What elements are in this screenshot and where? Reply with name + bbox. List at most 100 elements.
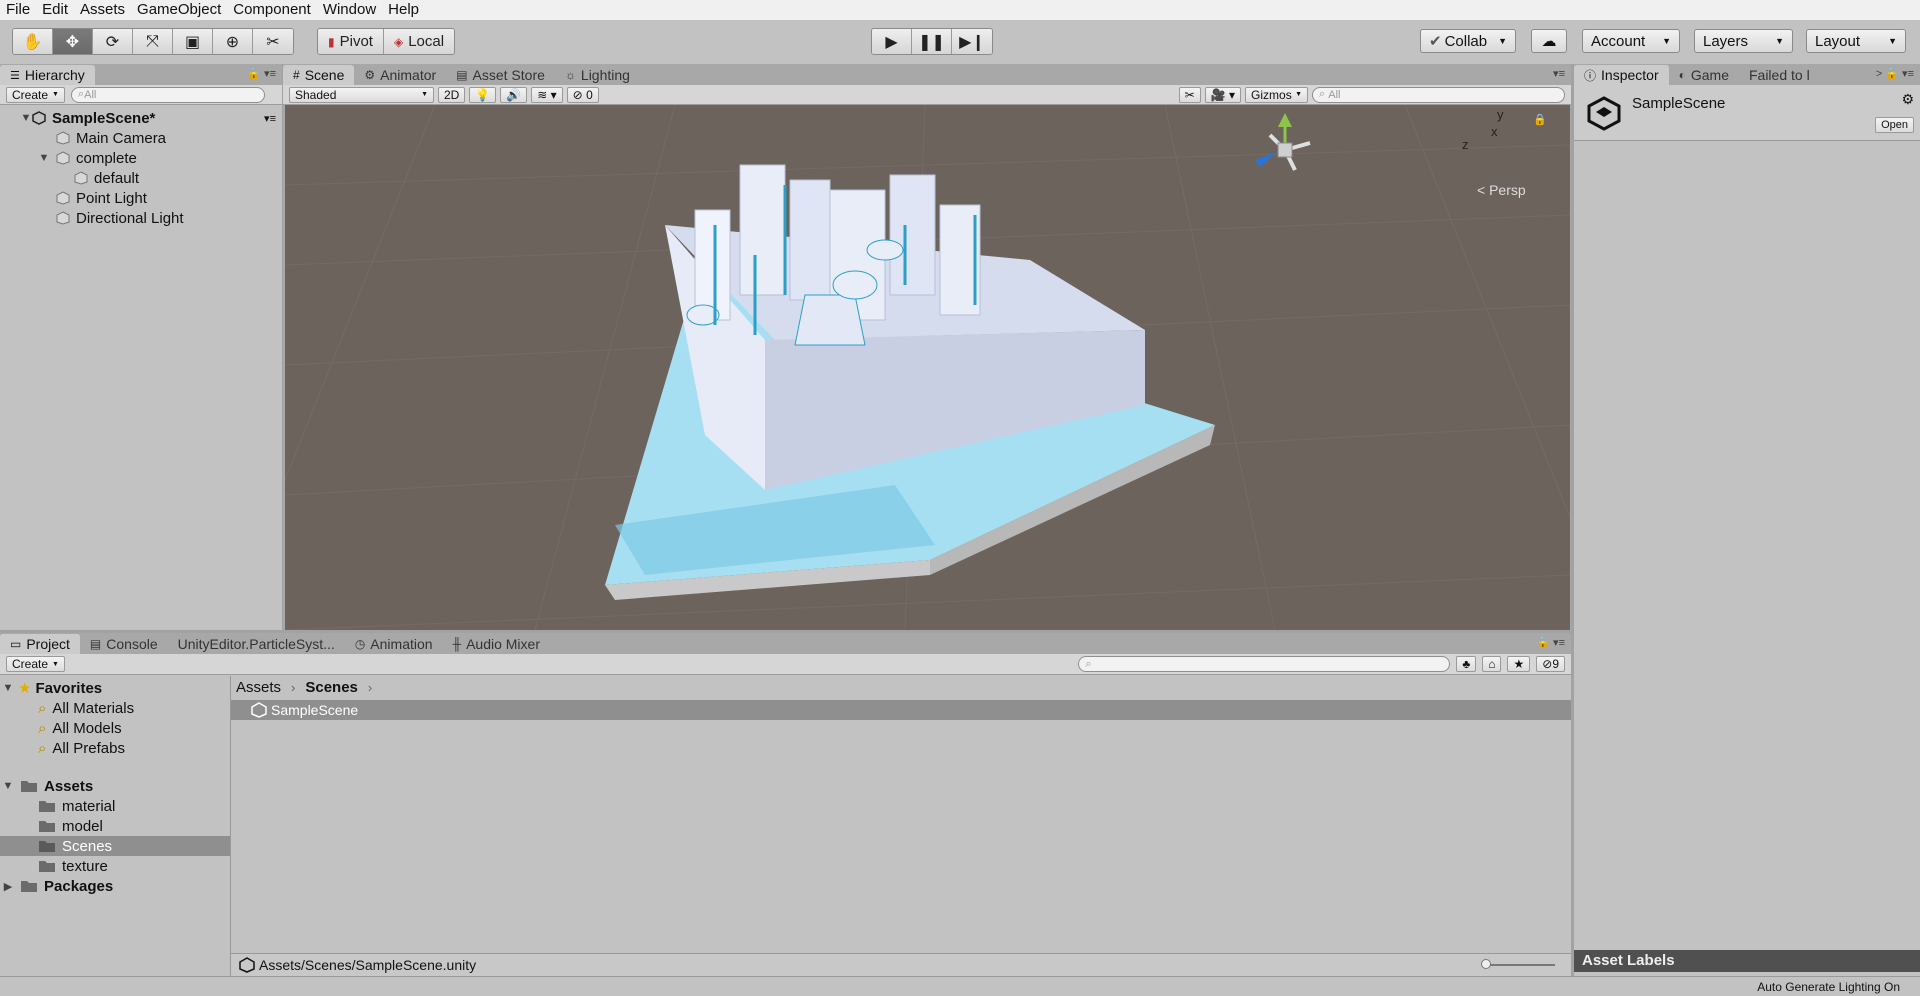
2d-toggle[interactable]: 2D — [438, 86, 466, 103]
expand-triangle-icon[interactable]: ▼ — [2, 682, 14, 694]
packages-row[interactable]: ▶ Packages — [2, 876, 230, 896]
lock-icon[interactable]: 🔒 — [1533, 113, 1547, 126]
hierarchy-item-main-camera[interactable]: Main Camera — [56, 128, 282, 148]
menu-help[interactable]: Help — [382, 0, 425, 20]
scene-name: SampleScene* — [52, 109, 156, 127]
folder-material[interactable]: material — [38, 796, 230, 816]
shading-mode-dropdown[interactable]: Shaded ▼ — [289, 86, 434, 103]
project-search-input[interactable]: ⌕ — [1078, 656, 1451, 672]
project-create-dropdown[interactable]: Create ▼ — [6, 656, 65, 672]
tab-console[interactable]: ▤ Console — [80, 634, 168, 654]
breadcrumb-assets[interactable]: Assets — [236, 679, 281, 696]
panel-menu-icon[interactable]: > 🔒 ▾≡ — [1876, 67, 1914, 80]
panel-menu-icon[interactable]: ▾≡ — [1553, 67, 1565, 80]
hidden-packages-toggle[interactable]: ⊘ 9 — [1536, 656, 1565, 672]
gizmos-dropdown[interactable]: Gizmos ▼ — [1245, 86, 1308, 103]
camera-dropdown[interactable]: 🎥 ▾ — [1204, 86, 1242, 103]
lighting-toggle[interactable]: 💡 — [469, 86, 497, 103]
tab-lighting[interactable]: ☼ Lighting — [555, 65, 640, 85]
hand-tool-button[interactable]: ✋ — [13, 29, 53, 54]
expand-triangle-icon[interactable]: ▼ — [20, 112, 32, 124]
tab-particle-system[interactable]: UnityEditor.ParticleSyst... — [168, 634, 345, 654]
rotate-tool-button[interactable]: ⟳ — [93, 29, 133, 54]
menu-assets[interactable]: Assets — [74, 0, 131, 20]
transform-tool-button[interactable]: ⊕ — [213, 29, 253, 54]
tab-animator[interactable]: ⚙ Animator — [354, 65, 446, 85]
filter-type-button[interactable]: ♣ — [1456, 656, 1477, 672]
file-row-samplescene[interactable]: SampleScene — [231, 700, 1571, 720]
folder-model[interactable]: model — [38, 816, 230, 836]
breadcrumb-scenes[interactable]: Scenes — [305, 679, 358, 696]
collab-dropdown[interactable]: ✔ Collab ▼ — [1420, 29, 1516, 53]
hierarchy-search-input[interactable]: ⌕ All — [70, 86, 265, 103]
folder-texture[interactable]: texture — [38, 856, 230, 876]
playback-group: ▶ ❚❚ ▶❙ — [871, 28, 993, 55]
cloud-button[interactable]: ☁ — [1531, 29, 1567, 53]
menu-file[interactable]: File — [0, 0, 36, 20]
favorite-item-all-prefabs[interactable]: ⌕ All Prefabs — [38, 738, 230, 758]
layout-dropdown[interactable]: Layout ▼ — [1806, 29, 1906, 53]
scene-viewport[interactable]: y x z 🔒 < Persp — [285, 105, 1570, 630]
pivot-button[interactable]: ▮ Pivot — [318, 29, 384, 54]
favorite-button[interactable]: ★ — [1507, 656, 1531, 672]
assets-row[interactable]: ▼ Assets — [2, 776, 230, 796]
gear-icon[interactable]: ⚙ — [1901, 91, 1914, 108]
tab-failed[interactable]: Failed to l — [1739, 65, 1820, 85]
scene-root-row[interactable]: ▼ SampleScene* ▾≡ — [20, 108, 282, 128]
scene-search-input[interactable]: ⌕ All — [1312, 86, 1565, 103]
lighting-status[interactable]: Auto Generate Lighting On — [1757, 980, 1900, 994]
create-dropdown[interactable]: Create ▼ — [6, 86, 65, 103]
favorite-item-all-materials[interactable]: ⌕ All Materials — [38, 698, 230, 718]
persp-label[interactable]: < Persp — [1477, 182, 1526, 198]
tab-inspector[interactable]: ⓘ Inspector — [1574, 65, 1669, 85]
slider-thumb[interactable] — [1481, 959, 1491, 969]
icon-size-slider[interactable] — [1481, 959, 1555, 969]
tab-audio-mixer[interactable]: ╫ Audio Mixer — [443, 634, 550, 654]
menu-window[interactable]: Window — [317, 0, 382, 20]
account-dropdown[interactable]: Account ▼ — [1582, 29, 1680, 53]
scene-menu-icon[interactable]: ▾≡ — [264, 112, 276, 125]
tools-toggle[interactable]: ✂ — [1178, 86, 1201, 103]
open-button[interactable]: Open — [1875, 117, 1914, 133]
menu-gameobject[interactable]: GameObject — [131, 0, 227, 20]
panel-menu-icon[interactable]: 🔒 ▾≡ — [1536, 636, 1565, 649]
tab-game[interactable]: ◐ Game — [1669, 65, 1739, 85]
menu-component[interactable]: Component — [227, 0, 317, 20]
hierarchy-item-directional-light[interactable]: Directional Light — [56, 208, 282, 228]
pause-button[interactable]: ❚❚ — [912, 29, 952, 54]
chevron-down-icon: ▼ — [52, 660, 59, 668]
effects-dropdown[interactable]: ≋ ▾ — [531, 86, 563, 103]
favorites-row[interactable]: ▼ ★ Favorites — [2, 678, 230, 698]
expand-triangle-icon[interactable]: ▼ — [2, 780, 14, 792]
orientation-gizmo[interactable] — [1255, 113, 1311, 171]
audio-toggle[interactable]: 🔊 — [500, 86, 528, 103]
custom-tool-button[interactable]: ✂ — [253, 29, 293, 54]
move-tool-button[interactable]: ✥ — [53, 29, 93, 54]
play-button[interactable]: ▶ — [872, 29, 912, 54]
tab-project[interactable]: ▭ Project — [0, 634, 80, 654]
expand-triangle-icon[interactable]: ▼ — [38, 152, 50, 164]
asset-labels-bar[interactable]: Asset Labels — [1574, 950, 1920, 972]
collapse-triangle-icon[interactable]: ▶ — [2, 880, 14, 893]
favorites-label: Favorites — [35, 679, 103, 697]
filter-label-button[interactable]: ⌂ — [1482, 656, 1502, 672]
unity-scene-icon — [251, 702, 267, 718]
layers-dropdown[interactable]: Layers ▼ — [1694, 29, 1793, 53]
scale-tool-button[interactable]: ⤧ — [133, 29, 173, 54]
hierarchy-item-default[interactable]: default — [74, 168, 282, 188]
panel-menu-icon[interactable]: 🔒 ▾≡ — [247, 67, 276, 80]
local-button[interactable]: ◈ Local — [383, 29, 455, 54]
favorite-item-all-models[interactable]: ⌕ All Models — [38, 718, 230, 738]
tab-hierarchy[interactable]: ☰ Hierarchy — [0, 65, 95, 85]
rect-tool-button[interactable]: ▣ — [173, 29, 213, 54]
tab-animation[interactable]: ◷ Animation — [345, 634, 443, 654]
hierarchy-item-complete[interactable]: ▼ complete — [38, 148, 282, 168]
folder-scenes[interactable]: Scenes — [0, 836, 230, 856]
tab-scene[interactable]: # Scene — [283, 65, 355, 85]
hidden-objects-toggle[interactable]: ⊘ 0 — [566, 86, 599, 103]
tools-icon: ✂ — [1184, 87, 1195, 102]
hierarchy-item-point-light[interactable]: Point Light — [56, 188, 282, 208]
step-button[interactable]: ▶❙ — [952, 29, 992, 54]
menu-edit[interactable]: Edit — [36, 0, 74, 20]
tab-asset-store[interactable]: ▤ Asset Store — [446, 65, 555, 85]
